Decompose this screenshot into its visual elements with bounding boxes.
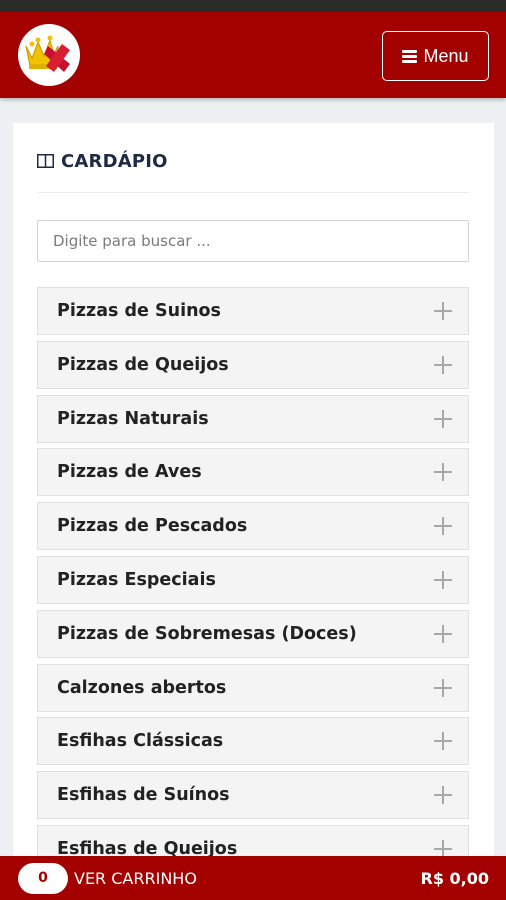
- category-item-pizzas-de-pescados[interactable]: Pizzas de Pescados: [37, 502, 469, 551]
- category-label: Esfihas de Suínos: [57, 785, 230, 806]
- category-item-pizzas-de-aves[interactable]: Pizzas de Aves: [37, 448, 469, 497]
- plus-icon[interactable]: [434, 678, 452, 697]
- category-label: Pizzas Naturais: [57, 408, 209, 429]
- cart-bar[interactable]: 0 VER CARRINHO R$ 0,00: [0, 856, 506, 900]
- cart-count-badge: 0: [18, 862, 68, 894]
- category-item-pizzas-naturais[interactable]: Pizzas Naturais: [37, 394, 469, 443]
- category-label: Pizzas de Sobremesas (Doces): [57, 623, 357, 644]
- plus-icon[interactable]: [434, 302, 452, 320]
- category-label: Pizzas Especiais: [57, 569, 216, 590]
- plus-icon[interactable]: [434, 463, 452, 482]
- cart-total: R$ 0,00: [420, 868, 490, 888]
- category-item-esfihas-classicas[interactable]: Esfihas Clássicas: [37, 717, 469, 766]
- category-item-calzones-abertos[interactable]: Calzones abertos: [37, 663, 469, 712]
- plus-icon[interactable]: [434, 517, 452, 536]
- category-label: Pizzas de Queijos: [57, 354, 229, 375]
- search-input[interactable]: [37, 220, 469, 262]
- category-item-pizzas-de-suinos[interactable]: Pizzas de Suinos: [37, 287, 469, 335]
- menu-card-header: CARDÁPIO: [37, 151, 469, 193]
- restaurant-logo[interactable]: [18, 24, 80, 86]
- menu-button[interactable]: Menu: [382, 31, 489, 81]
- category-label: Pizzas de Suinos: [57, 301, 221, 321]
- menu-card: CARDÁPIO Pizzas de Suinos Pizzas de Quei…: [13, 123, 494, 883]
- book-icon: [37, 154, 54, 168]
- category-label: Pizzas de Pescados: [57, 516, 248, 537]
- category-item-esfihas-de-suinos[interactable]: Esfihas de Suínos: [37, 771, 469, 820]
- view-cart-label: VER CARRINHO: [74, 868, 197, 888]
- hamburger-icon: [402, 49, 418, 63]
- plus-icon[interactable]: [434, 786, 452, 805]
- plus-icon[interactable]: [434, 732, 452, 751]
- plus-icon[interactable]: [434, 624, 452, 643]
- plus-icon[interactable]: [434, 409, 452, 428]
- category-item-pizzas-de-sobremesas[interactable]: Pizzas de Sobremesas (Doces): [37, 609, 469, 658]
- category-label: Pizzas de Aves: [57, 462, 202, 483]
- plus-icon[interactable]: [434, 355, 452, 374]
- top-navbar: Menu: [0, 12, 506, 98]
- category-item-pizzas-de-queijos[interactable]: Pizzas de Queijos: [37, 340, 469, 389]
- menu-button-label: Menu: [423, 45, 469, 66]
- crown-logo-icon: [25, 35, 70, 72]
- page-title: CARDÁPIO: [61, 151, 168, 172]
- category-label: Calzones abertos: [57, 677, 227, 698]
- plus-icon[interactable]: [434, 570, 452, 589]
- category-item-pizzas-especiais[interactable]: Pizzas Especiais: [37, 555, 469, 604]
- category-list: Pizzas de Suinos Pizzas de Queijos Pizza…: [37, 287, 469, 879]
- status-bar: [0, 0, 506, 12]
- category-label: Esfihas Clássicas: [57, 731, 224, 752]
